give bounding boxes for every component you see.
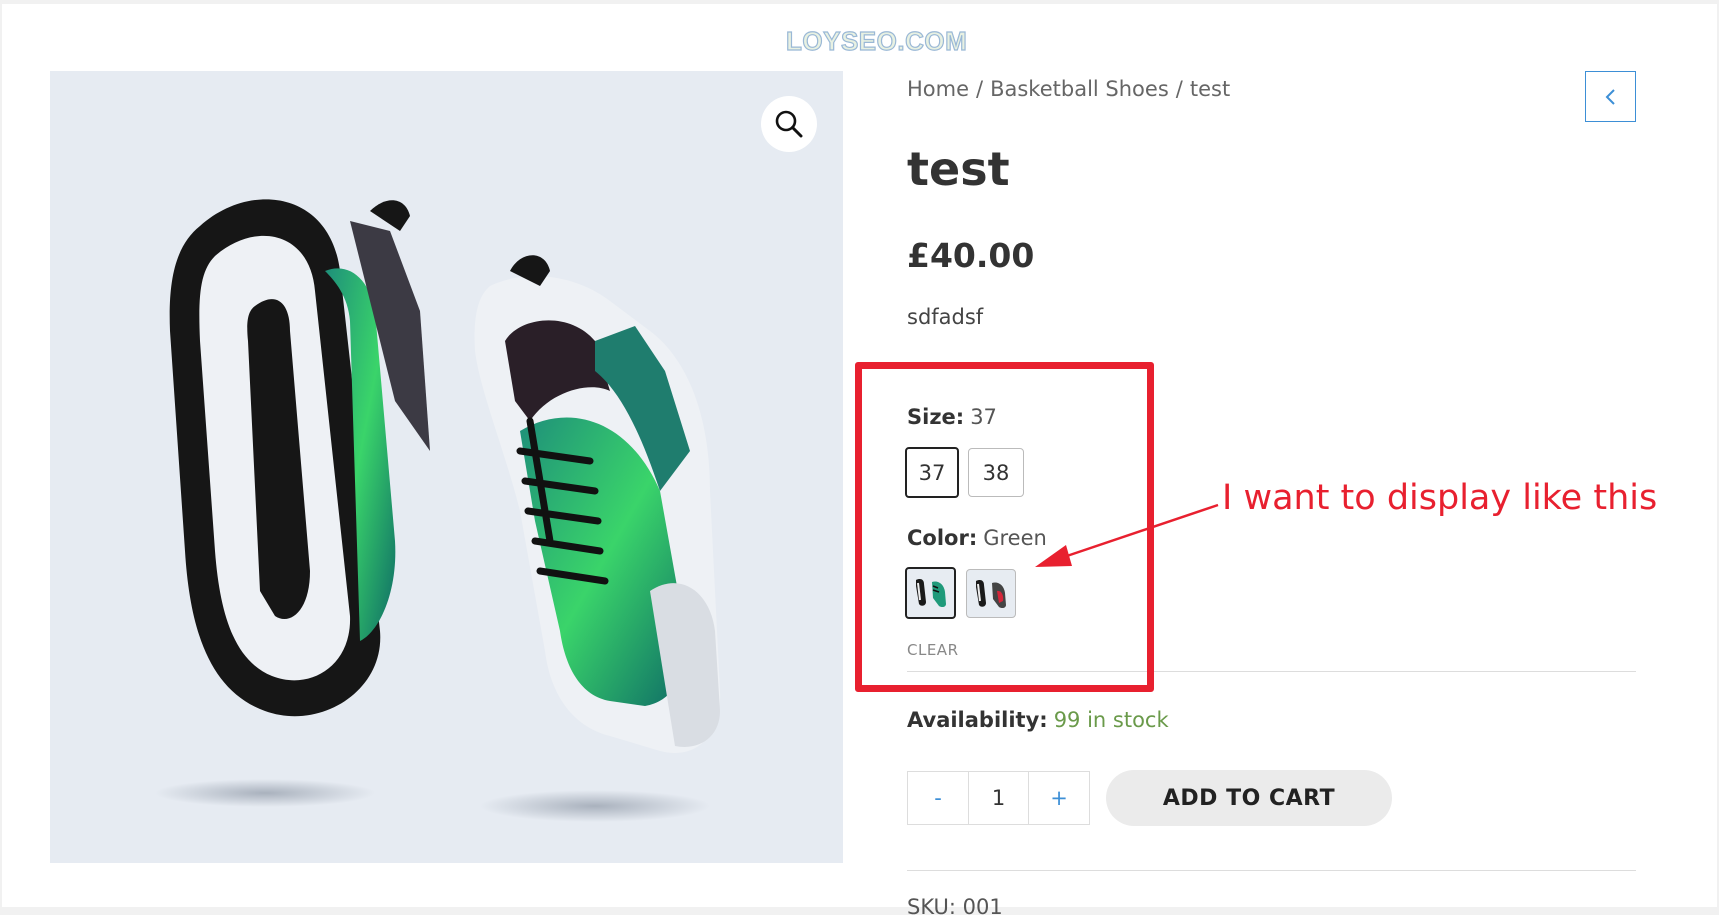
zoom-button[interactable] xyxy=(761,96,817,152)
quantity-input[interactable]: 1 xyxy=(968,772,1029,824)
availability-label: Availability: xyxy=(907,708,1048,732)
highlight-box xyxy=(855,362,1154,692)
product-price: £40.00 xyxy=(907,236,1035,275)
availability: Availability: 99 in stock xyxy=(907,708,1169,732)
breadcrumb: Home / Basketball Shoes / test xyxy=(907,77,1230,101)
sku-partial: SKU: 001 xyxy=(907,895,1003,915)
back-button[interactable] xyxy=(1585,71,1636,122)
breadcrumb-current: test xyxy=(1189,77,1231,101)
product-gallery[interactable] xyxy=(50,71,843,863)
chevron-left-icon xyxy=(1605,88,1615,105)
watermark-logo: LOYSEO.COM xyxy=(785,25,968,56)
breadcrumb-category[interactable]: Basketball Shoes xyxy=(990,77,1169,101)
product-image xyxy=(155,199,721,822)
add-to-cart-button[interactable]: ADD TO CART xyxy=(1106,770,1392,826)
search-icon xyxy=(775,110,803,138)
stock-status: 99 in stock xyxy=(1053,708,1169,732)
breadcrumb-home[interactable]: Home xyxy=(907,77,969,101)
product-short-description: sdfadsf xyxy=(907,305,984,329)
product-title: test xyxy=(907,142,1010,196)
quantity-increase-button[interactable]: + xyxy=(1029,772,1089,824)
quantity-stepper: - 1 + xyxy=(907,771,1090,825)
breadcrumb-separator: / xyxy=(976,77,984,101)
breadcrumb-separator: / xyxy=(1175,77,1183,101)
divider xyxy=(907,870,1636,871)
annotation-text: I want to display like this xyxy=(1222,478,1658,518)
quantity-decrease-button[interactable]: - xyxy=(908,772,968,824)
